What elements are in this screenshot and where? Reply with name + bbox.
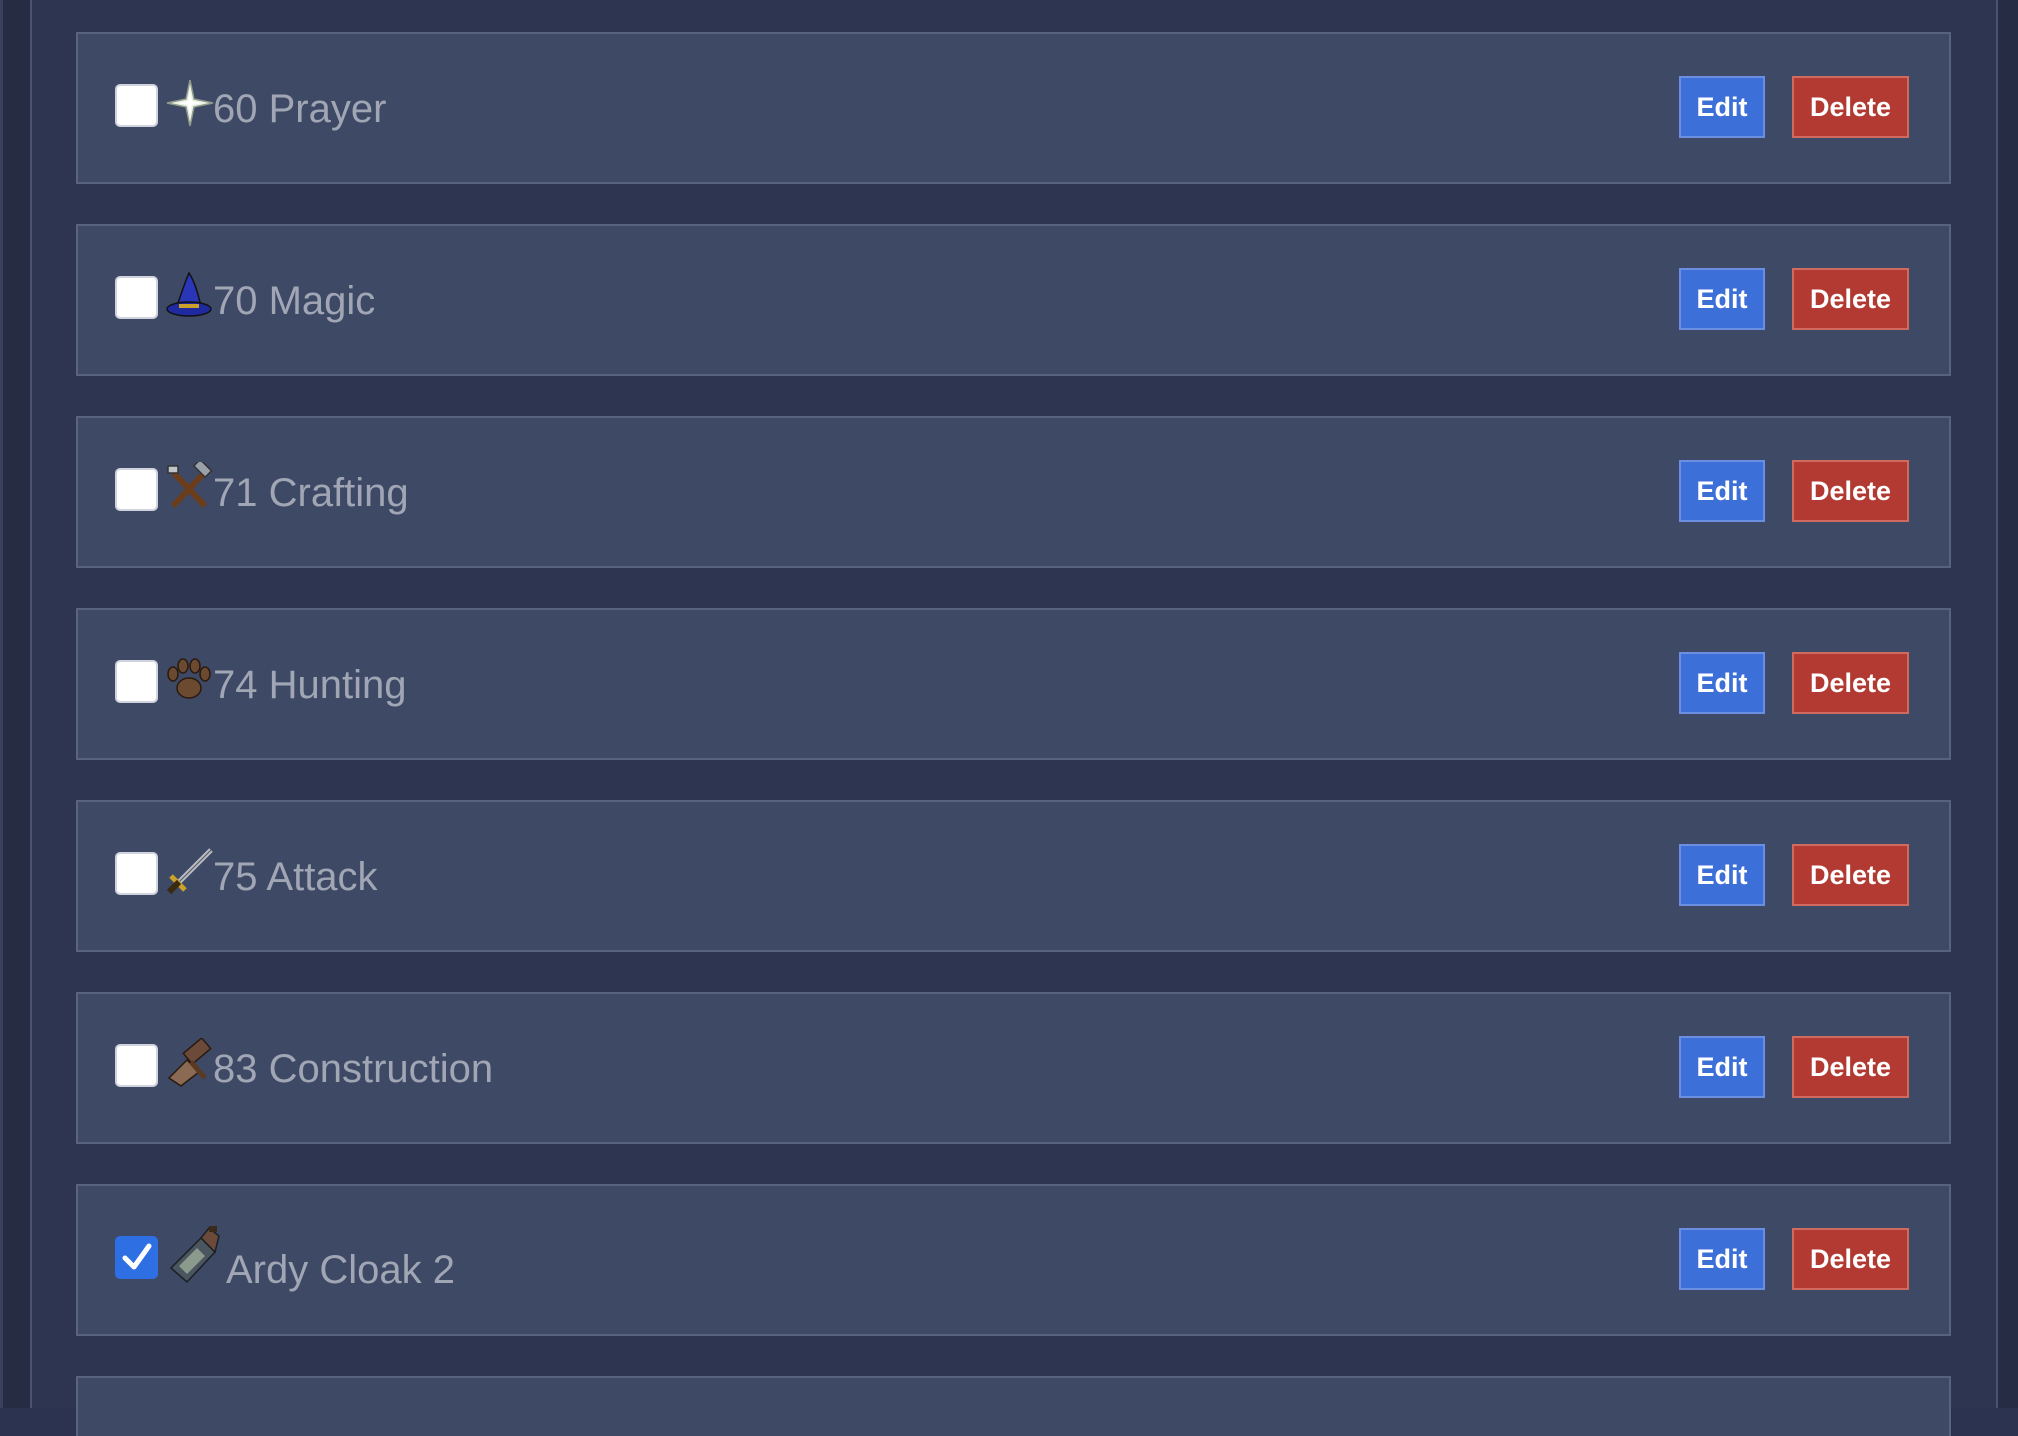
delete-button[interactable]: Delete — [1792, 652, 1909, 714]
list-item: 74 Hunting Edit Delete — [76, 608, 1951, 760]
delete-button[interactable]: Delete — [1792, 1036, 1909, 1098]
delete-button[interactable]: Delete — [1792, 268, 1909, 330]
item-label: 75 Attack — [213, 855, 378, 899]
item-checkbox[interactable] — [115, 852, 158, 895]
edit-button[interactable]: Edit — [1679, 844, 1765, 906]
paw-print-icon — [167, 658, 211, 699]
list-item: 75 Attack Edit Delete — [76, 800, 1951, 952]
list-item: Ardy Cloak 2 Edit Delete — [76, 1184, 1951, 1336]
item-checkbox[interactable] — [115, 1236, 158, 1279]
edit-button[interactable]: Edit — [1679, 268, 1765, 330]
item-label: Ardy Cloak 2 — [226, 1248, 455, 1292]
delete-button[interactable]: Delete — [1792, 1228, 1909, 1290]
delete-button[interactable]: Delete — [1792, 460, 1909, 522]
item-checkbox[interactable] — [115, 468, 158, 511]
item-checkbox[interactable] — [115, 276, 158, 319]
item-label: 74 Hunting — [213, 663, 407, 707]
edit-button[interactable]: Edit — [1679, 76, 1765, 138]
wizard-hat-icon — [166, 271, 212, 317]
left-border — [0, 0, 32, 1408]
item-label: 60 Prayer — [213, 87, 387, 131]
sword-icon — [166, 848, 213, 895]
list-item-partial — [76, 1376, 1951, 1436]
app-frame: 60 Prayer Edit Delete 70 Magic Edit Dele… — [0, 0, 2018, 1436]
item-checkbox[interactable] — [115, 84, 158, 127]
item-checkbox[interactable] — [115, 1044, 158, 1087]
item-list: 60 Prayer Edit Delete 70 Magic Edit Dele… — [76, 32, 1951, 1436]
cloak-icon — [169, 1226, 220, 1284]
edit-button[interactable]: Edit — [1679, 652, 1765, 714]
delete-button[interactable]: Delete — [1792, 844, 1909, 906]
list-item: 70 Magic Edit Delete — [76, 224, 1951, 376]
right-scrollbar-track[interactable] — [1996, 0, 2018, 1408]
list-item: 83 Construction Edit Delete — [76, 992, 1951, 1144]
item-checkbox[interactable] — [115, 660, 158, 703]
prayer-star-icon — [166, 79, 214, 127]
list-item: 71 Crafting Edit Delete — [76, 416, 1951, 568]
item-label: 71 Crafting — [213, 471, 409, 515]
hammer-chisel-icon — [167, 462, 213, 509]
edit-button[interactable]: Edit — [1679, 460, 1765, 522]
saw-hammer-icon — [167, 1038, 212, 1087]
checkmark-icon — [122, 1243, 152, 1270]
item-label: 83 Construction — [213, 1047, 494, 1091]
list-item: 60 Prayer Edit Delete — [76, 32, 1951, 184]
delete-button[interactable]: Delete — [1792, 76, 1909, 138]
edit-button[interactable]: Edit — [1679, 1036, 1765, 1098]
edit-button[interactable]: Edit — [1679, 1228, 1765, 1290]
item-label: 70 Magic — [213, 279, 376, 323]
